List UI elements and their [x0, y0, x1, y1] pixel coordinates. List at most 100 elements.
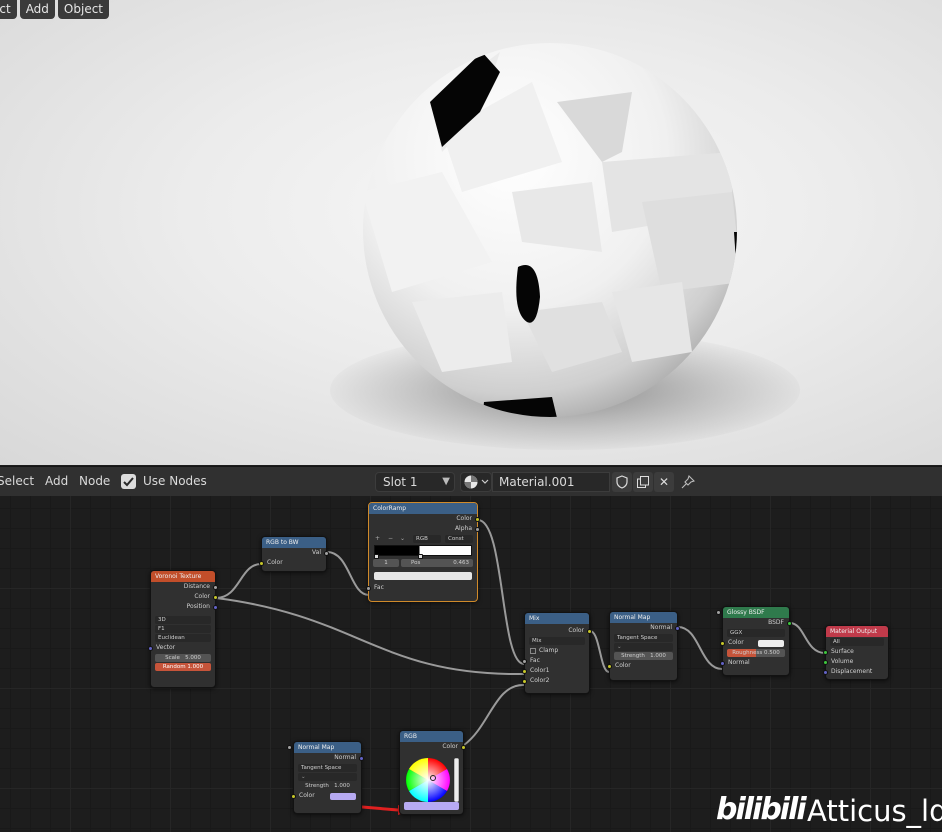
material-output-target-dropdown[interactable]: All: [830, 638, 884, 646]
normal-map-2-title[interactable]: Normal Map: [294, 742, 361, 753]
ramp-stop-position-field[interactable]: Pos 0.463: [401, 559, 473, 567]
mix-node[interactable]: Mix Color Mix Clamp Fac Color1 Color2: [522, 612, 592, 694]
voronoi-randomness-field[interactable]: Random 1.000: [155, 663, 211, 671]
color-ramp-stop-fields: 1 Pos 0.463: [369, 558, 477, 569]
voronoi-output-position: Position: [151, 602, 218, 612]
voronoi-feature-dropdown[interactable]: F1: [155, 625, 211, 633]
glossy-input-normal: Normal: [720, 658, 789, 668]
chevron-down-icon: ▼: [442, 476, 450, 487]
normal-map-2-strength-field[interactable]: Strength 1.000: [287, 744, 357, 790]
remove-stop-icon[interactable]: −: [388, 535, 393, 542]
color-ramp-gradient-bar[interactable]: [374, 545, 472, 559]
color-ramp-mode-dropdown[interactable]: RGB: [413, 535, 441, 543]
color-ramp-toolbar: + − ⌄ RGB Const: [369, 534, 477, 544]
color-ramp-output-alpha: Alpha: [369, 524, 480, 534]
material-output-input-surface: Surface: [823, 647, 888, 657]
voronoi-dimensions-dropdown[interactable]: 3D: [155, 616, 211, 624]
voronoi-metric-dropdown[interactable]: Euclidean: [155, 634, 211, 642]
normal-map-2-output-normal: Normal: [294, 753, 364, 763]
slot-dropdown[interactable]: Slot 1 ▼: [375, 472, 455, 492]
glossy-color-swatch[interactable]: [758, 639, 784, 647]
material-sphere-icon: [464, 475, 489, 489]
color-ramp-input-fac: Fac: [366, 583, 477, 593]
normal-map-output-normal: Normal: [610, 623, 680, 633]
add-stop-icon[interactable]: +: [375, 535, 380, 542]
rgb-to-bw-title[interactable]: RGB to BW: [262, 537, 326, 548]
pin-icon[interactable]: [678, 472, 698, 492]
material-output-input-volume: Volume: [823, 657, 888, 667]
rgb-to-bw-output-val: Val: [262, 548, 329, 558]
glossy-distribution-dropdown[interactable]: GGX: [727, 629, 785, 637]
ramp-stop-index-field[interactable]: 1: [373, 559, 399, 567]
brightness-slider: [453, 757, 460, 803]
color-ramp-output-color: Color: [369, 514, 480, 524]
material-name-field[interactable]: Material.001: [492, 472, 610, 492]
material-browse-button[interactable]: [460, 472, 492, 492]
fake-user-shield-icon[interactable]: [612, 472, 632, 492]
voronoi-input-vector: Vector: [148, 643, 215, 653]
normal-map-2-color-swatch[interactable]: [330, 792, 356, 800]
voronoi-output-distance: Distance: [151, 582, 218, 592]
bilibili-watermark: bilibili Atticus_ld: [716, 792, 942, 828]
duplicate-material-icon[interactable]: [633, 472, 653, 492]
ramp-menu-chevron-icon[interactable]: ⌄: [400, 535, 405, 542]
viewport-menu: ect Add Object: [0, 0, 110, 19]
close-icon[interactable]: ✕: [654, 472, 674, 492]
voronoi-scale-field[interactable]: Scale 5.000: [155, 654, 211, 662]
slot-value: Slot 1: [383, 475, 418, 489]
material-output-input-displacement: Displacement: [823, 667, 888, 677]
rgb-to-bw-node[interactable]: RGB to BW Val Color: [259, 536, 329, 572]
node-add-menu[interactable]: Add: [45, 474, 68, 488]
glossy-bsdf-title[interactable]: Glossy BSDF: [723, 607, 789, 618]
normal-map-title[interactable]: Normal Map: [610, 612, 677, 623]
viewport-object-menu[interactable]: Object: [57, 0, 110, 19]
material-output-title[interactable]: Material Output: [826, 626, 888, 637]
color-ramp-interp-dropdown[interactable]: Const: [445, 535, 473, 543]
glossy-input-color: Color: [720, 638, 789, 648]
mix-input-fac: Fac: [522, 656, 589, 666]
normal-map-2-space-dropdown[interactable]: Tangent Space: [298, 764, 357, 772]
use-nodes-checkbox[interactable]: [121, 474, 136, 489]
viewport-select-menu[interactable]: ect: [0, 0, 17, 19]
node-editor-canvas[interactable]: Voronoi Texture Distance Color Position …: [0, 496, 942, 832]
rgb-title[interactable]: RGB: [400, 731, 463, 742]
rgb-node[interactable]: RGB Color: [399, 730, 466, 815]
color-ramp-title[interactable]: ColorRamp: [369, 503, 477, 514]
rgb-output-color: Color: [400, 742, 466, 752]
bilibili-logo: bilibili: [716, 792, 807, 827]
normal-map-2-input-color: Color: [291, 791, 361, 801]
mix-input-color1: Color1: [522, 666, 589, 676]
ramp-stop-color-swatch[interactable]: [374, 572, 472, 580]
color-wheel[interactable]: [404, 755, 460, 805]
viewport-add-menu[interactable]: Add: [19, 0, 55, 19]
material-output-node[interactable]: Material Output All Surface Volume Displ…: [823, 625, 889, 680]
glossy-output-bsdf: BSDF: [723, 618, 792, 628]
normal-map-2-uv-dropdown[interactable]: ⌄: [298, 773, 357, 781]
mix-clamp-checkbox[interactable]: Clamp: [525, 646, 589, 656]
normal-map-2-node[interactable]: Normal Map Normal Tangent Space ⌄ Streng…: [287, 741, 364, 814]
normal-map-space-dropdown[interactable]: Tangent Space: [614, 634, 673, 642]
rgb-to-bw-input-color: Color: [259, 558, 326, 568]
mix-input-color2: Color2: [522, 676, 589, 686]
node-node-menu[interactable]: Node: [79, 474, 110, 488]
normal-map-node[interactable]: Normal Map Normal Tangent Space ⌄ Streng…: [607, 611, 680, 681]
normal-map-uv-dropdown[interactable]: ⌄: [614, 643, 673, 651]
3d-viewport[interactable]: ect Add Object: [0, 0, 942, 465]
mix-output-color: Color: [525, 626, 592, 636]
rgb-value-swatch[interactable]: [404, 802, 459, 810]
glossy-bsdf-node[interactable]: Glossy BSDF BSDF GGX Color Roughness 0.5…: [716, 606, 792, 676]
use-nodes-label: Use Nodes: [143, 474, 207, 488]
node-editor-header: Select Add Node Use Nodes Slot 1 ▼ Mater…: [0, 466, 942, 496]
watermark-author: Atticus_ld: [807, 794, 942, 828]
glossy-roughness-field[interactable]: Roughness 0.500: [716, 609, 785, 657]
mix-title[interactable]: Mix: [525, 613, 589, 624]
voronoi-node-title[interactable]: Voronoi Texture: [151, 571, 215, 582]
voronoi-output-color: Color: [151, 592, 218, 602]
node-select-menu[interactable]: Select: [0, 474, 34, 488]
color-ramp-node[interactable]: ColorRamp Color Alpha + − ⌄ RGB Const 1 …: [366, 502, 480, 602]
normal-map-strength-field[interactable]: Strength 1.000: [614, 652, 673, 660]
mix-blend-dropdown[interactable]: Mix: [529, 637, 585, 645]
normal-map-input-color: Color: [607, 661, 677, 671]
soccer-ball-render[interactable]: [362, 42, 742, 422]
voronoi-texture-node[interactable]: Voronoi Texture Distance Color Position …: [148, 570, 218, 688]
